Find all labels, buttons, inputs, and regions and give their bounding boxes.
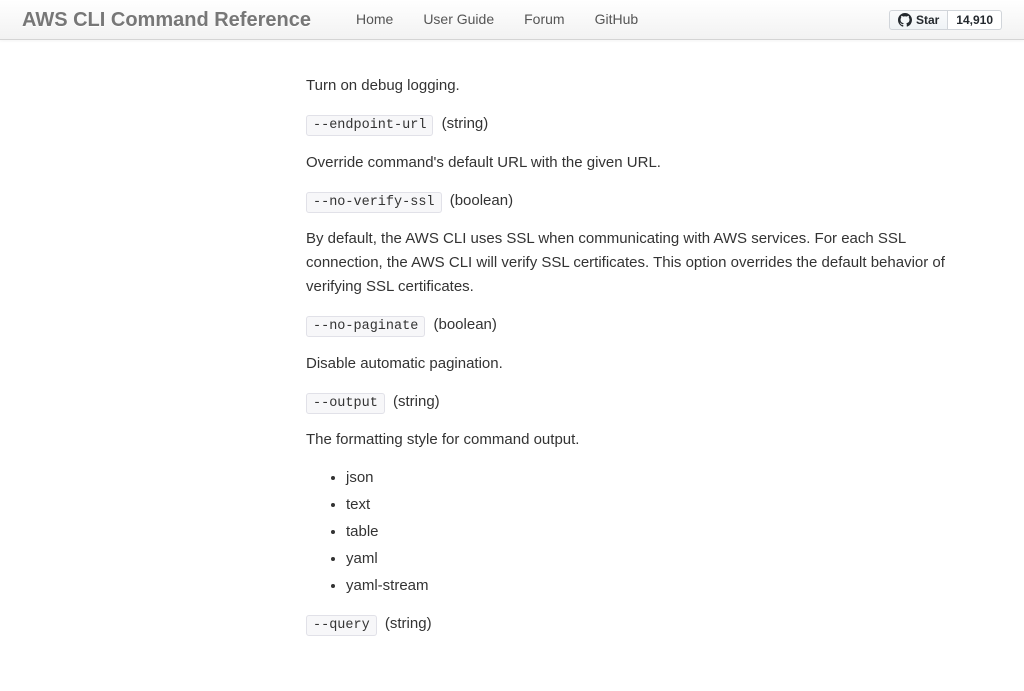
list-item: yaml: [346, 547, 966, 571]
github-star-widget: Star 14,910: [889, 10, 1002, 30]
option-flag: --query: [306, 615, 377, 636]
option-type: (string): [385, 615, 432, 632]
nav-user-guide[interactable]: User Guide: [408, 0, 509, 41]
github-star-count[interactable]: 14,910: [948, 10, 1002, 30]
navbar: AWS CLI Command Reference Home User Guid…: [0, 0, 1024, 40]
option-endpoint-url: --endpoint-url (string): [306, 112, 966, 137]
option-flag: --output: [306, 393, 385, 414]
option-desc: Override command's default URL with the …: [306, 151, 966, 175]
option-type: (boolean): [434, 316, 497, 333]
option-desc: The formatting style for command output.: [306, 428, 966, 452]
github-star-button[interactable]: Star: [889, 10, 948, 30]
option-no-verify-ssl: --no-verify-ssl (boolean): [306, 189, 966, 214]
nav-home[interactable]: Home: [341, 0, 408, 41]
github-star-label: Star: [916, 14, 939, 26]
option-desc: Turn on debug logging.: [306, 74, 966, 98]
list-item: yaml-stream: [346, 574, 966, 598]
option-type: (boolean): [450, 192, 513, 209]
option-no-paginate: --no-paginate (boolean): [306, 313, 966, 338]
option-flag: --endpoint-url: [306, 115, 433, 136]
option-query: --query (string): [306, 612, 966, 637]
brand-title[interactable]: AWS CLI Command Reference: [22, 4, 311, 36]
navbar-inner: AWS CLI Command Reference Home User Guid…: [22, 0, 1002, 41]
option-flag: --no-paginate: [306, 316, 425, 337]
option-desc: By default, the AWS CLI uses SSL when co…: [306, 227, 966, 299]
list-item: table: [346, 520, 966, 544]
list-item: json: [346, 466, 966, 490]
option-output: --output (string): [306, 390, 966, 415]
list-item: text: [346, 493, 966, 517]
main-content: Turn on debug logging. --endpoint-url (s…: [286, 40, 986, 691]
option-flag: --no-verify-ssl: [306, 192, 442, 213]
option-type: (string): [393, 393, 440, 410]
nav-list: Home User Guide Forum GitHub: [341, 0, 889, 41]
nav-forum[interactable]: Forum: [509, 0, 579, 41]
github-icon: [898, 13, 912, 27]
output-format-list: json text table yaml yaml-stream: [346, 466, 966, 598]
option-desc: Disable automatic pagination.: [306, 352, 966, 376]
nav-github[interactable]: GitHub: [580, 0, 654, 41]
option-type: (string): [442, 115, 489, 132]
